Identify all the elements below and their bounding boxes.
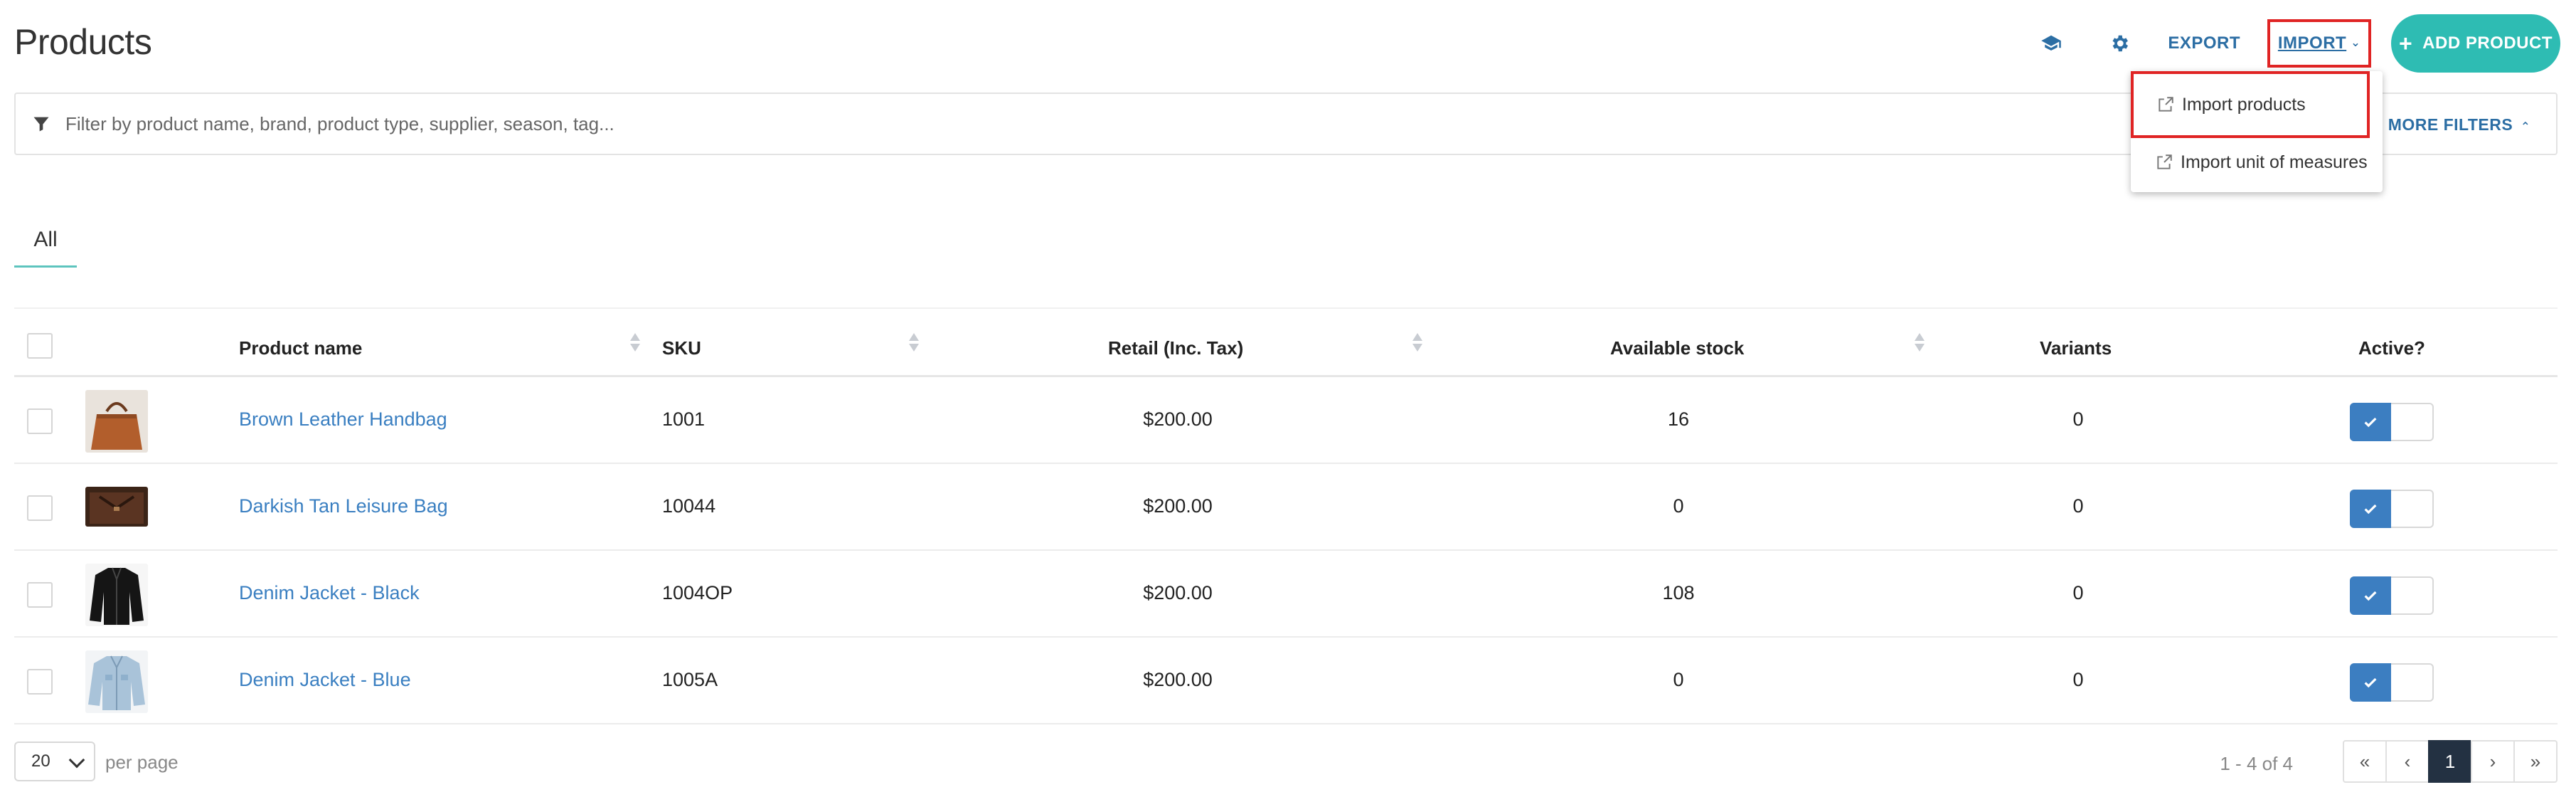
toggle-on <box>2350 490 2391 528</box>
import-button-label: IMPORT <box>2277 33 2347 53</box>
product-name-link[interactable]: Denim Jacket - Black <box>239 582 420 604</box>
col-available-stock[interactable]: Available stock <box>1610 337 1744 359</box>
product-name-link[interactable]: Denim Jacket - Blue <box>239 669 411 691</box>
next-page-button[interactable]: › <box>2471 740 2515 783</box>
toggle-on <box>2350 576 2391 615</box>
check-icon <box>2364 504 2377 515</box>
variants-cell: 0 <box>2072 669 2084 690</box>
sort-icon[interactable] <box>630 333 640 353</box>
import-products-label: Import products <box>2182 94 2306 115</box>
check-icon <box>2364 677 2377 688</box>
retail-cell: $200.00 <box>1143 495 1213 517</box>
page-title: Products <box>14 22 152 62</box>
sku-cell: 1001 <box>662 408 706 430</box>
stock-cell: 0 <box>1673 495 1684 517</box>
row-checkbox[interactable] <box>27 495 53 521</box>
table-footer: 20 per page 1 - 4 of 4 « ‹ 1 › » <box>14 736 2558 786</box>
table-row: Denim Jacket - Black 1004OP $200.00 108 … <box>14 551 2558 638</box>
col-product-name[interactable]: Product name <box>239 337 362 359</box>
retail-cell: $200.00 <box>1143 582 1213 603</box>
chevron-up-icon: ⌃ <box>2521 121 2530 133</box>
active-toggle[interactable] <box>2350 403 2434 441</box>
help-button[interactable] <box>2031 23 2071 63</box>
import-button[interactable]: IMPORT ⌄ <box>2267 19 2371 68</box>
sort-icon[interactable] <box>1915 333 1925 353</box>
sort-icon[interactable] <box>909 333 919 353</box>
black-jacket-image <box>85 564 148 626</box>
prev-page-button[interactable]: ‹ <box>2385 740 2429 783</box>
filter-input[interactable] <box>65 94 1986 154</box>
table-row: Darkish Tan Leisure Bag 10044 $200.00 0 … <box>14 464 2558 551</box>
variants-cell: 0 <box>2072 495 2084 517</box>
more-filters-label: MORE FILTERS <box>2388 115 2513 134</box>
settings-button[interactable] <box>2099 23 2139 63</box>
col-active: Active? <box>2358 337 2425 359</box>
sku-cell: 1004OP <box>662 582 733 603</box>
import-uom-item[interactable]: Import unit of measures <box>2131 132 2383 192</box>
toggle-on <box>2350 663 2391 702</box>
check-icon <box>2364 591 2377 601</box>
per-page-value: 20 <box>31 751 50 771</box>
product-thumbnail[interactable] <box>85 390 148 453</box>
toggle-on <box>2350 403 2391 441</box>
col-sku[interactable]: SKU <box>662 337 701 359</box>
stock-cell: 16 <box>1667 408 1690 430</box>
header-actions: EXPORT IMPORT ⌄ + ADD PRODUCT <box>2031 14 2560 73</box>
add-product-button[interactable]: + ADD PRODUCT <box>2391 14 2560 73</box>
import-uom-label: Import unit of measures <box>2181 152 2368 172</box>
stock-cell: 108 <box>1662 582 1695 603</box>
row-checkbox[interactable] <box>27 669 53 695</box>
product-name-link[interactable]: Darkish Tan Leisure Bag <box>239 495 448 517</box>
graduation-cap-icon <box>2041 35 2062 51</box>
page-1-button[interactable]: 1 <box>2428 740 2472 783</box>
add-product-label: ADD PRODUCT <box>2422 33 2553 53</box>
active-toggle[interactable] <box>2350 576 2434 615</box>
product-name-link[interactable]: Brown Leather Handbag <box>239 408 447 431</box>
tan-bag-image <box>85 487 148 527</box>
product-thumbnail[interactable] <box>85 650 148 713</box>
import-products-item[interactable]: Import products <box>2131 71 2370 138</box>
col-variants: Variants <box>2040 337 2112 359</box>
table-row: Brown Leather Handbag 1001 $200.00 16 0 <box>14 377 2558 464</box>
sort-icon[interactable] <box>1412 333 1422 353</box>
blue-jacket-image <box>85 650 148 713</box>
plus-icon: + <box>2398 30 2413 56</box>
table-header: Product name SKU Retail (Inc. Tax) Avail… <box>14 309 2558 377</box>
pagination: « ‹ 1 › » <box>2343 740 2558 783</box>
chevron-down-icon <box>68 751 85 769</box>
retail-cell: $200.00 <box>1143 669 1213 690</box>
gear-icon <box>2112 35 2129 52</box>
active-toggle[interactable] <box>2350 663 2434 702</box>
check-icon <box>2364 417 2377 428</box>
variants-cell: 0 <box>2072 582 2084 603</box>
per-page-select[interactable]: 20 <box>14 742 95 781</box>
product-thumbnail[interactable] <box>85 564 148 626</box>
stock-cell: 0 <box>1673 669 1684 690</box>
tab-all[interactable]: All <box>14 226 77 268</box>
select-all-checkbox[interactable] <box>27 333 53 359</box>
row-checkbox[interactable] <box>27 582 53 608</box>
import-dropdown-menu: Import products Import unit of measures <box>2131 71 2383 192</box>
pagination-range: 1 - 4 of 4 <box>2220 753 2293 774</box>
retail-cell: $200.00 <box>1143 408 1213 430</box>
chevron-down-icon: ⌄ <box>2351 37 2361 49</box>
variants-cell: 0 <box>2072 408 2084 430</box>
external-link-icon <box>2157 154 2172 169</box>
table-row: Denim Jacket - Blue 1005A $200.00 0 0 <box>14 638 2558 724</box>
active-toggle[interactable] <box>2350 490 2434 528</box>
export-button[interactable]: EXPORT <box>2168 33 2240 53</box>
more-filters-button[interactable]: MORE FILTERS ⌃ <box>2388 115 2530 134</box>
col-retail[interactable]: Retail (Inc. Tax) <box>1108 337 1243 359</box>
first-page-button[interactable]: « <box>2343 740 2387 783</box>
sku-cell: 10044 <box>662 495 716 517</box>
product-thumbnail[interactable] <box>85 487 148 527</box>
last-page-button[interactable]: » <box>2513 740 2558 783</box>
per-page-label: per page <box>105 751 179 773</box>
external-link-icon <box>2159 97 2173 112</box>
filter-icon <box>33 117 49 132</box>
handbag-image <box>85 390 148 453</box>
sku-cell: 1005A <box>662 669 718 690</box>
row-checkbox[interactable] <box>27 408 53 434</box>
products-table: Product name SKU Retail (Inc. Tax) Avail… <box>14 309 2558 724</box>
